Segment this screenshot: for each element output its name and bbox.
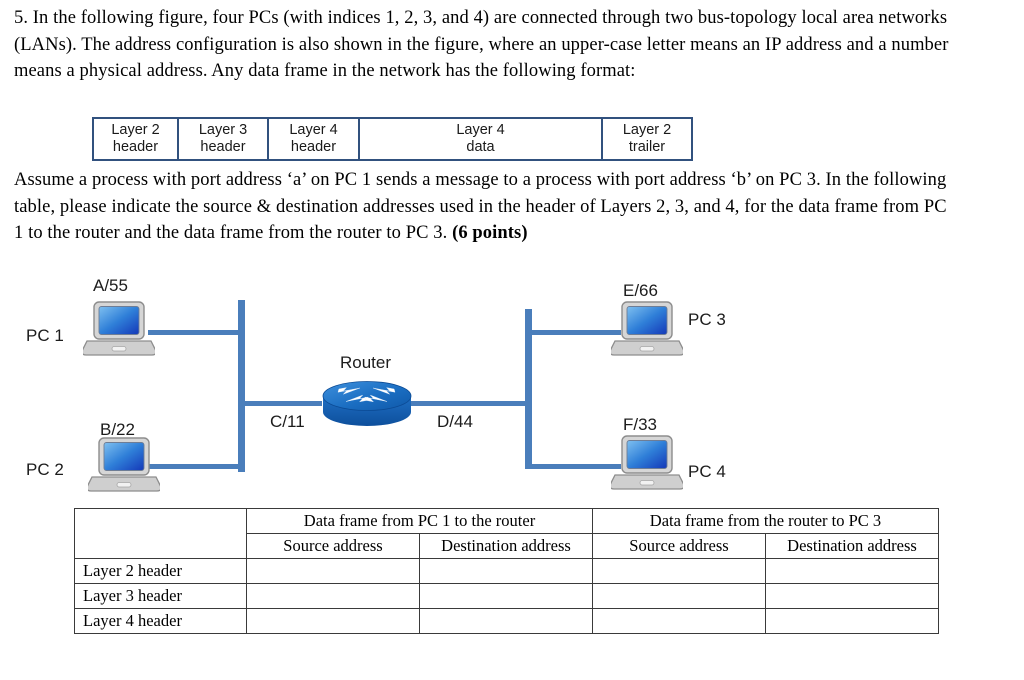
answer-cell[interactable] [592,608,766,634]
frame-cell-layer4-data: Layer 4 data [360,119,603,159]
row-label-layer2-header: Layer 2 header [74,558,247,584]
table-row: Layer 3 header [74,583,939,609]
link-pc1-to-left-bus [148,330,240,335]
sub-header-source-1: Source address [246,533,420,559]
frame-cell-line1: Layer 4 [456,122,505,138]
frame-cell-layer3-header: Layer 3 header [179,119,269,159]
frame-cell-layer2-header: Layer 2 header [94,119,179,159]
link-router-to-right-bus [409,401,527,406]
answer-cell[interactable] [419,558,593,584]
link-pc2-to-left-bus [148,464,240,469]
table-row-group-header: Data frame from PC 1 to the router Data … [74,508,939,559]
frame-cell-line1: Layer 4 [289,122,338,138]
answer-cell[interactable] [765,608,939,634]
row-label-layer3-header: Layer 3 header [74,583,247,609]
pc4-name-label: PC 4 [688,462,726,481]
answer-cell[interactable] [246,608,420,634]
sub-header-source-2: Source address [592,533,766,559]
pc2-laptop-icon [86,436,162,496]
sub-header-destination-1: Destination address [419,533,593,559]
answer-cell[interactable] [246,583,420,609]
answer-cell[interactable] [765,558,939,584]
pc3-name-label: PC 3 [688,310,726,329]
pc2-name-label: PC 2 [26,460,64,479]
pc1-laptop-icon [81,300,157,360]
frame-cell-line2: trailer [628,139,666,155]
frame-cell-line1: Layer 2 [622,122,672,138]
sub-header-destination-2: Destination address [765,533,939,559]
table-row: Layer 4 header [74,608,939,634]
pc1-name-label: PC 1 [26,326,64,345]
group-header-router-to-pc3: Data frame from the router to PC 3 [592,508,939,534]
router-name-label: Router [340,353,392,372]
answer-cell[interactable] [592,558,766,584]
frame-cell-line2: header [290,139,337,155]
answer-table: Data frame from PC 1 to the router Data … [74,508,939,634]
answer-cell[interactable] [592,583,766,609]
lan-bus-left [238,300,245,472]
link-right-bus-to-pc4 [529,464,621,469]
group-header-pc1-to-router: Data frame from PC 1 to the router [246,508,593,534]
frame-cell-layer4-header: Layer 4 header [269,119,360,159]
answer-cell[interactable] [419,608,593,634]
table-row: Layer 2 header [74,558,939,584]
question-intro-text: 5. In the following figure, four PCs (wi… [14,8,949,81]
pc3-address-label: E/66 [623,281,658,300]
pc1-address-label: A/55 [93,276,128,295]
frame-cell-line2: header [200,139,246,155]
network-topology-diagram: PC 1 A/55 PC 2 B/22 Router C/11 D/44 PC … [0,276,1024,502]
frame-format-diagram: Layer 2 header Layer 3 header Layer 4 he… [92,117,693,161]
answer-cell[interactable] [246,558,420,584]
frame-cell-line1: Layer 3 [198,122,248,138]
router-left-interface-label: C/11 [270,412,305,431]
frame-cell-line2: data [466,139,495,155]
link-left-bus-to-router-seg [244,401,322,406]
router-right-interface-label: D/44 [437,412,473,431]
answer-cell[interactable] [765,583,939,609]
router-icon [321,376,413,432]
frame-cell-layer2-trailer: Layer 2 trailer [603,119,691,159]
table-corner-cell [74,508,247,559]
pc4-address-label: F/33 [623,415,658,434]
question-assume-text: Assume a process with port address ‘a’ o… [14,170,947,243]
frame-cell-line1: Layer 2 [111,122,160,138]
link-right-bus-to-pc3 [529,330,621,335]
answer-cell[interactable] [419,583,593,609]
row-label-layer4-header: Layer 4 header [74,608,247,634]
pc4-laptop-icon [609,434,685,494]
frame-cell-line2: header [112,139,159,155]
pc3-laptop-icon [609,300,685,360]
